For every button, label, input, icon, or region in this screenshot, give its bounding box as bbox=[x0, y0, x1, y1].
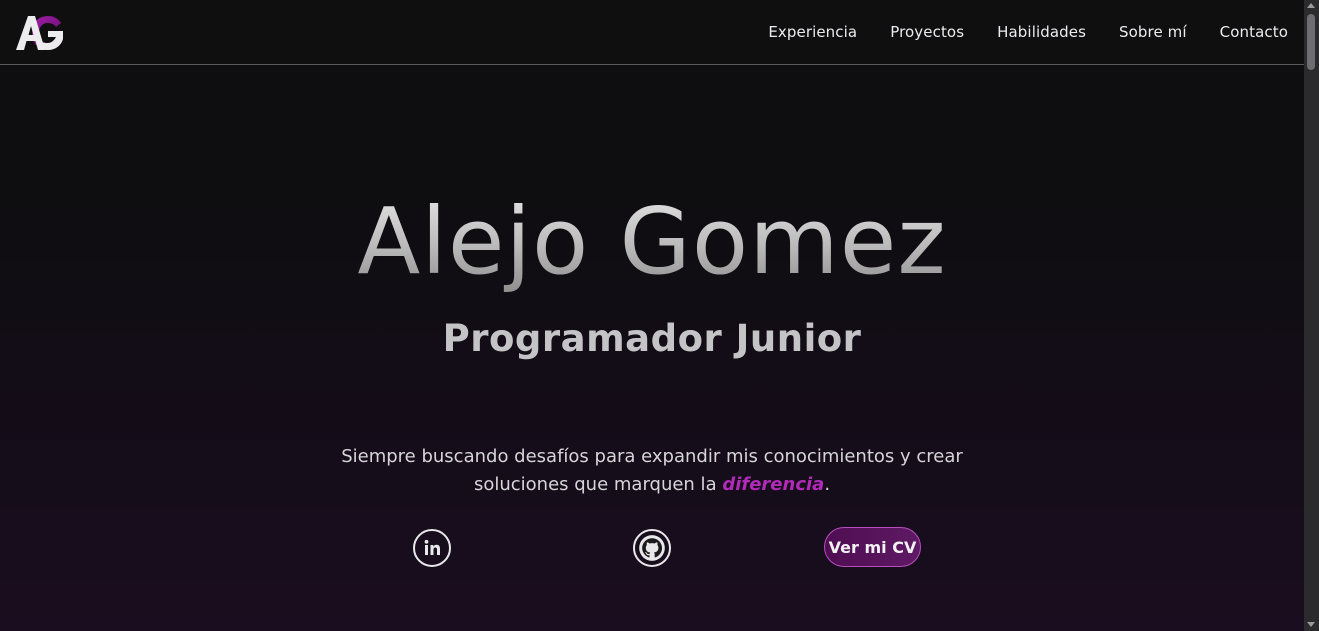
nav-link-sobre-mi[interactable]: Sobre mí bbox=[1119, 23, 1187, 41]
nav-link-habilidades[interactable]: Habilidades bbox=[997, 23, 1086, 41]
main-content: Experiencia Proyectos Habilidades Sobre … bbox=[0, 0, 1304, 631]
page-scrollbar[interactable] bbox=[1304, 0, 1319, 631]
scroll-thumb[interactable] bbox=[1307, 14, 1315, 70]
linkedin-icon[interactable] bbox=[413, 529, 451, 567]
nav-link-contacto[interactable]: Contacto bbox=[1220, 23, 1288, 41]
hero-description-text: Siempre buscando desafíos para expandir … bbox=[341, 446, 963, 495]
site-header: Experiencia Proyectos Habilidades Sobre … bbox=[0, 0, 1304, 65]
page: Experiencia Proyectos Habilidades Sobre … bbox=[0, 0, 1319, 631]
nav-link-experiencia[interactable]: Experiencia bbox=[768, 23, 857, 41]
github-icon[interactable] bbox=[633, 529, 671, 567]
ver-cv-button[interactable]: Ver mi CV bbox=[824, 527, 921, 567]
hero-description-end: . bbox=[824, 474, 831, 495]
hero-description-highlight: diferencia bbox=[722, 474, 825, 495]
ag-logo-icon[interactable] bbox=[14, 12, 66, 54]
hero-name: Alejo Gomez bbox=[0, 190, 1304, 294]
hero-description: Siempre buscando desafíos para expandir … bbox=[320, 443, 984, 499]
scroll-up-arrow-icon[interactable] bbox=[1307, 3, 1315, 8]
nav-link-proyectos[interactable]: Proyectos bbox=[890, 23, 964, 41]
main-nav: Experiencia Proyectos Habilidades Sobre … bbox=[768, 0, 1288, 64]
scroll-down-arrow-icon[interactable] bbox=[1307, 622, 1315, 627]
hero-role: Programador Junior bbox=[442, 317, 862, 360]
